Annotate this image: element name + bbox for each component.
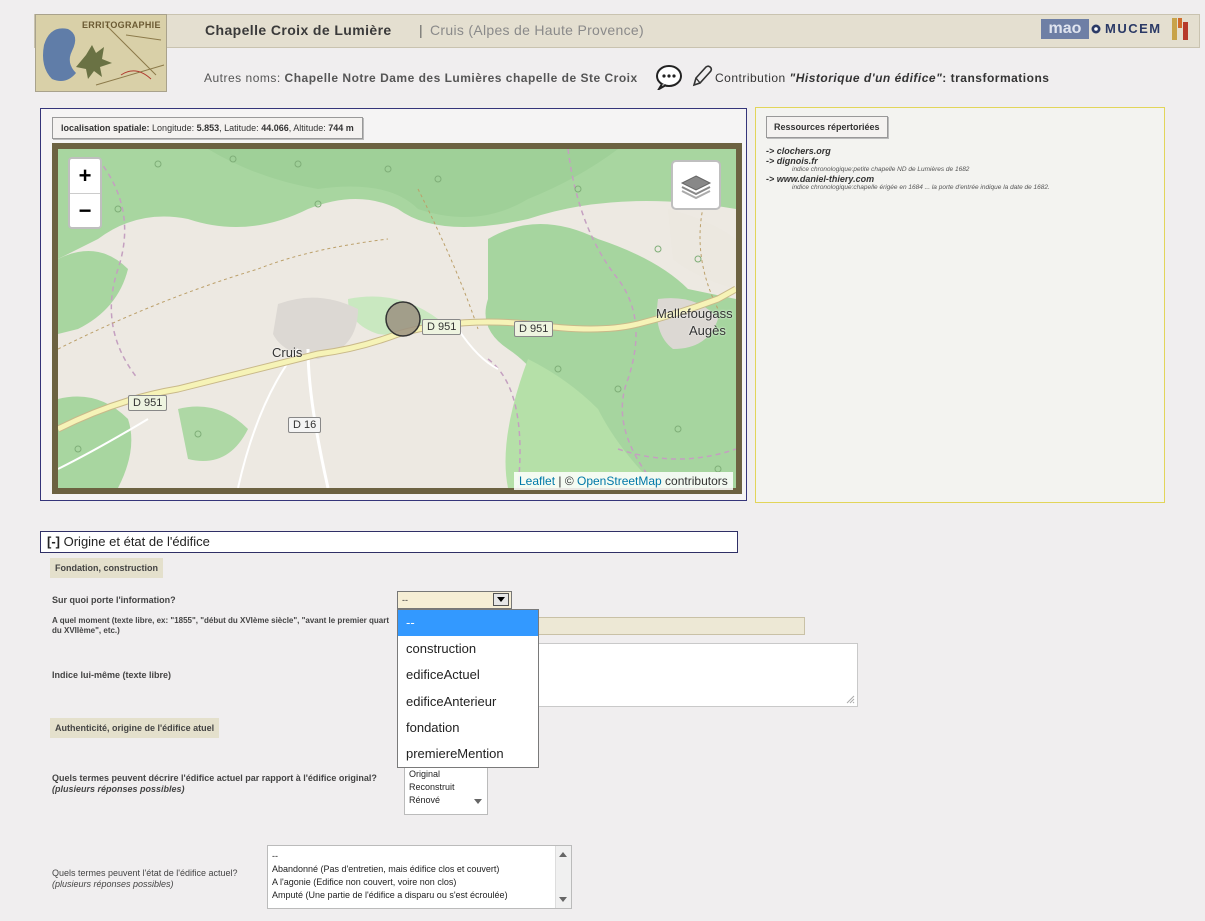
location-box: localisation spatiale: Longitude: 5.853,… <box>52 117 363 139</box>
territographie-logo[interactable]: ERRITOGRAPHIE <box>35 14 167 92</box>
road-label-d951: D 951 <box>128 395 168 411</box>
latitude-label: , Latitude: <box>219 123 259 133</box>
alt-names-label: Autres noms: <box>204 71 281 85</box>
logo-text: ERRITOGRAPHIE <box>82 20 161 30</box>
section-toggle[interactable]: [-] <box>47 534 60 549</box>
etat-option[interactable]: A l'agonie (Edifice non couvert, voire n… <box>268 876 571 889</box>
map-view[interactable]: Cruis Mallefougass Augès D 951 D 951 D 9… <box>52 143 742 494</box>
contribution-prefix: Contribution <box>715 71 790 85</box>
contribution-line: Contribution "Historique d'un édifice": … <box>715 71 1049 85</box>
road-label-d16: D 16 <box>288 417 322 433</box>
openstreetmap-link[interactable]: OpenStreetMap <box>577 474 662 488</box>
pencil-icon[interactable] <box>689 64 713 90</box>
chevron-down-icon[interactable] <box>493 593 509 606</box>
resize-handle-icon[interactable] <box>845 694 855 704</box>
contribution-suffix: : transformations <box>942 71 1050 85</box>
dropdown-option-edificeanterieur[interactable]: edificeAnterieur <box>398 689 538 715</box>
map-label-mallefougass: Mallefougass <box>656 306 733 321</box>
indice-textarea[interactable] <box>538 643 858 707</box>
subsection-authenticite: Authenticité, origine de l'édifice atuel <box>50 718 220 738</box>
resource-note: indice chronologique:petite chapelle ND … <box>792 166 970 173</box>
zoom-out-button[interactable]: − <box>70 194 100 228</box>
etat-option[interactable]: Abandonné (Pas d'entretien, mais édifice… <box>268 863 571 876</box>
attribution-separator: | © <box>555 474 577 488</box>
section-title-text: Origine et état de l'édifice <box>60 534 210 549</box>
road-label-d951: D 951 <box>514 321 554 337</box>
leaflet-link[interactable]: Leaflet <box>519 474 555 488</box>
question-indice: Indice lui-même (texte libre) <box>52 670 172 680</box>
altitude-label: , Altitude: <box>288 123 326 133</box>
alt-names: Autres noms: Chapelle Notre Dame des Lum… <box>204 71 638 85</box>
attribution-tail: contributors <box>661 474 728 488</box>
layers-button[interactable] <box>671 160 721 210</box>
layers-icon <box>680 175 712 200</box>
longitude-label: Longitude: <box>152 123 195 133</box>
dropdown-option-edificeactuel[interactable]: edificeActuel <box>398 662 538 688</box>
resources-heading: Ressources répertoriées <box>766 116 888 138</box>
terms-option[interactable]: Original <box>405 768 487 781</box>
location-label: localisation spatiale: <box>61 123 150 133</box>
building-location-marker <box>385 301 421 337</box>
select-value: -- <box>402 595 408 605</box>
longitude-value: 5.853 <box>196 123 220 133</box>
zoom-control: + − <box>68 157 102 229</box>
contribution-link[interactable]: "Historique d'un édifice" <box>790 71 943 85</box>
map-attribution: Leaflet | © OpenStreetMap contributors <box>514 472 733 490</box>
dropdown-option-construction[interactable]: construction <box>398 636 538 662</box>
altitude-value: 744 m <box>328 123 354 133</box>
resource-link-daniel-thiery[interactable]: -> www.daniel-thiery.com <box>766 174 1156 184</box>
dropdown-option-premieremention[interactable]: premiereMention <box>398 741 538 767</box>
comment-bubble-icon[interactable] <box>654 64 684 90</box>
dropdown-option-fondation[interactable]: fondation <box>398 715 538 741</box>
scroll-down-arrow-icon[interactable] <box>474 799 482 805</box>
mao-logo[interactable]: mao <box>1041 19 1089 39</box>
question-terms-note: (plusieurs réponses possibles) <box>52 784 185 795</box>
mucem-dot-icon <box>1091 24 1101 34</box>
map-label-auges: Augès <box>689 323 726 338</box>
etat-note-text: (plusieurs réponses possibles) <box>52 879 174 889</box>
subsection-fondation: Fondation, construction <box>50 558 163 578</box>
zoom-in-button[interactable]: + <box>70 159 100 194</box>
mucem-logo[interactable]: MUCEM <box>1105 21 1162 36</box>
terms-listbox[interactable]: Original Reconstruit Rénové <box>404 767 488 815</box>
latitude-value: 44.066 <box>261 123 289 133</box>
etat-listbox[interactable]: -- Abandonné (Pas d'entretien, mais édif… <box>267 845 572 909</box>
etat-option[interactable]: Amputé (Une partie de l'édifice a dispar… <box>268 889 571 902</box>
section-title-origine[interactable]: [-] Origine et état de l'édifice <box>40 531 738 553</box>
information-select-dropdown[interactable]: -- construction edificeActuel edificeAnt… <box>397 609 539 768</box>
question-etat-note: (plusieurs réponses possibles) <box>52 879 174 890</box>
map-tiles[interactable] <box>58 149 736 488</box>
page-subtitle-location: Cruis (Alpes de Haute Provence) <box>430 22 644 38</box>
resources-list: -> clochers.org -> dignois.fr indice chr… <box>766 146 1156 192</box>
moment-input[interactable] <box>538 617 805 635</box>
road-label-d951: D 951 <box>422 319 462 335</box>
terms-note-text: (plusieurs réponses possibles) <box>52 784 185 794</box>
title-separator: | <box>419 22 423 38</box>
question-terms: Quels termes peuvent décrire l'édifice a… <box>52 773 377 783</box>
alt-names-value: Chapelle Notre Dame des Lumières chapell… <box>284 71 638 85</box>
resource-link-dignois[interactable]: -> dignois.fr <box>766 156 1156 166</box>
question-moment: A quel moment (texte libre, ex: "1855", … <box>52 616 389 635</box>
page-title: Chapelle Croix de Lumière <box>205 22 392 38</box>
scroll-down-arrow-icon[interactable] <box>559 897 567 903</box>
map-label-cruis: Cruis <box>272 345 303 360</box>
information-select[interactable]: -- <box>397 591 512 609</box>
resource-link-clochers[interactable]: -> clochers.org <box>766 146 1156 156</box>
etat-option[interactable]: -- <box>268 850 571 863</box>
scroll-up-arrow-icon[interactable] <box>559 852 567 858</box>
flag-logo-icon[interactable] <box>1172 18 1188 40</box>
resource-note: indice chronologique:chapelle érigée en … <box>792 184 1050 191</box>
question-information: Sur quoi porte l'information? <box>52 595 176 605</box>
terms-option[interactable]: Reconstruit <box>405 781 487 794</box>
dropdown-option-empty[interactable]: -- <box>398 610 538 637</box>
question-etat: Quels termes peuvent l'état de l'édifice… <box>52 868 238 878</box>
